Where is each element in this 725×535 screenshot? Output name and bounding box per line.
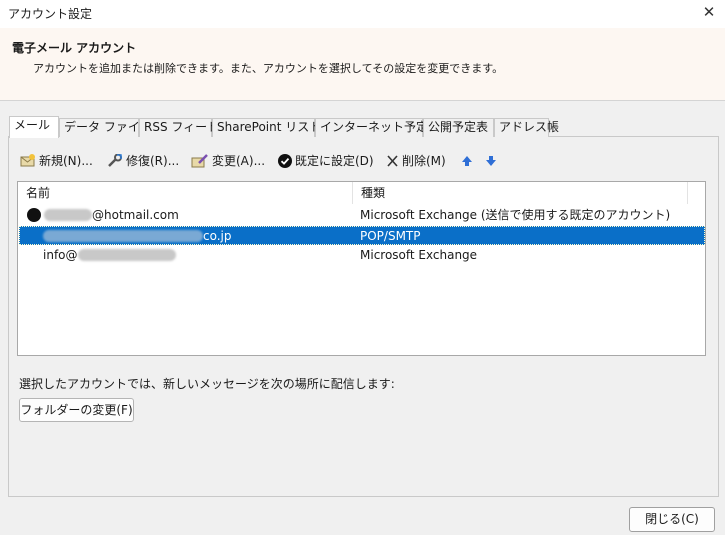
- title-bar: アカウント設定 ✕: [0, 0, 725, 28]
- new-account-icon: [20, 154, 35, 167]
- tab-published-calendars[interactable]: 公開予定表: [423, 118, 494, 137]
- close-button[interactable]: 閉じる(C): [629, 507, 715, 532]
- tab-address-books[interactable]: アドレス帳: [494, 118, 559, 137]
- set-default-button[interactable]: 既定に設定(D): [278, 150, 374, 172]
- account-type: POP/SMTP: [360, 229, 421, 243]
- tab-mail[interactable]: メール: [9, 116, 59, 138]
- delivery-location-label: 選択したアカウントでは、新しいメッセージを次の場所に配信します:: [19, 377, 395, 391]
- list-item[interactable]: info@ Microsoft Exchange: [19, 246, 705, 265]
- checkmark-icon: [278, 154, 292, 168]
- wrench-icon: [108, 153, 122, 167]
- default-account-icon: [27, 208, 41, 222]
- account-name-visible: @hotmail.com: [92, 208, 179, 222]
- account-name-visible: co.jp: [203, 229, 232, 243]
- tab-data-files[interactable]: データ ファイル: [59, 118, 152, 137]
- tab-strip: メール データ ファイル RSS フィード SharePoint リスト インタ…: [9, 116, 559, 138]
- redacted-text: [43, 230, 203, 242]
- redacted-text: [44, 209, 92, 221]
- delete-label: 削除(M): [402, 154, 446, 168]
- header-description: アカウントを追加または削除できます。また、アカウントを選択してその設定を変更でき…: [33, 62, 504, 75]
- close-icon[interactable]: ✕: [693, 0, 725, 26]
- redacted-text: [77, 249, 176, 261]
- tab-sharepoint-lists[interactable]: SharePoint リスト: [212, 118, 321, 137]
- account-name: co.jp: [43, 227, 232, 246]
- tab-internet-calendars[interactable]: インターネット予定表: [315, 118, 440, 137]
- account-name-visible: info@: [43, 248, 78, 262]
- column-header-name[interactable]: 名前: [18, 182, 353, 204]
- account-name: @hotmail.com: [44, 206, 179, 225]
- change-label: 変更(A)...: [212, 154, 266, 168]
- list-item[interactable]: @hotmail.com Microsoft Exchange (送信で使用する…: [19, 206, 705, 225]
- repair-label: 修復(R)...: [126, 154, 180, 168]
- change-account-icon: [191, 154, 208, 168]
- set-default-label: 既定に設定(D): [295, 154, 374, 168]
- arrow-up-icon: [462, 156, 472, 166]
- column-header-type[interactable]: 種類: [353, 182, 688, 204]
- account-type: Microsoft Exchange (送信で使用する既定のアカウント): [360, 208, 671, 222]
- move-up-button[interactable]: [461, 150, 476, 172]
- window-title: アカウント設定: [8, 7, 93, 21]
- account-list[interactable]: 名前 種類 @hotmail.com Microsoft Exchange (送…: [17, 181, 706, 356]
- header-title: 電子メール アカウント: [12, 41, 137, 55]
- move-down-button[interactable]: [485, 150, 500, 172]
- delete-button[interactable]: 削除(M): [386, 150, 446, 172]
- new-button[interactable]: 新規(N)...: [20, 150, 93, 172]
- change-button[interactable]: 変更(A)...: [191, 150, 265, 172]
- account-name: info@: [43, 246, 176, 265]
- list-item-selected[interactable]: co.jp POP/SMTP: [19, 226, 705, 245]
- change-folder-button[interactable]: フォルダーの変更(F): [19, 398, 134, 422]
- dialog-header: 電子メール アカウント アカウントを追加または削除できます。また、アカウントを選…: [0, 28, 725, 101]
- arrow-down-icon: [486, 156, 496, 166]
- repair-button[interactable]: 修復(R)...: [107, 150, 179, 172]
- tab-rss-feeds[interactable]: RSS フィード: [139, 118, 219, 137]
- new-label: 新規(N)...: [39, 154, 93, 168]
- delete-x-icon: [387, 155, 398, 167]
- account-type: Microsoft Exchange: [360, 248, 478, 262]
